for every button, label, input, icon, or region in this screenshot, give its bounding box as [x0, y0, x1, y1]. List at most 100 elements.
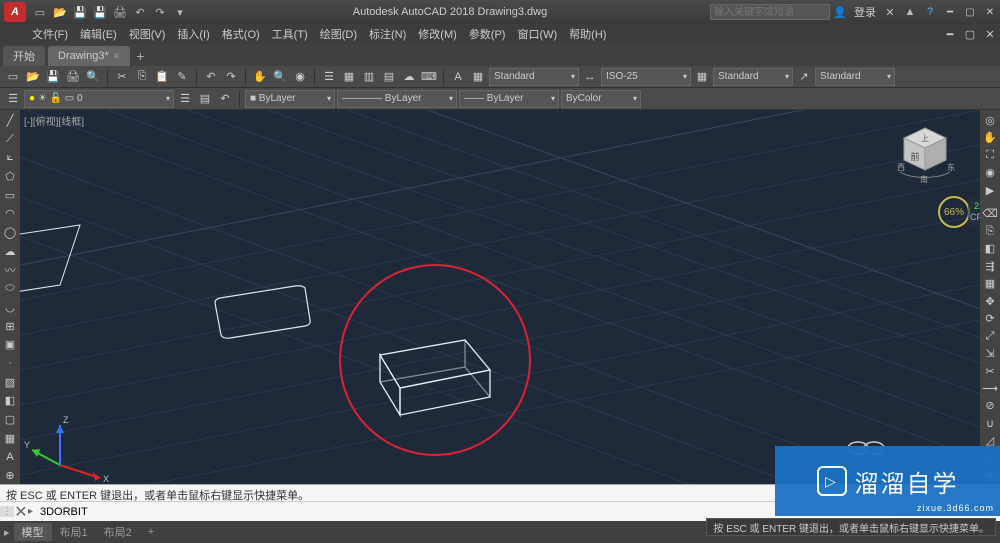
color-select[interactable]: ■ ByLayer — [245, 90, 335, 108]
gradient-icon[interactable]: ◧ — [1, 393, 19, 410]
tb-cut-icon[interactable]: ✂ — [113, 68, 131, 86]
tb-toolpal-icon[interactable]: ▥ — [360, 68, 378, 86]
textstyle-select[interactable]: Standard — [489, 68, 579, 86]
menu-dimension[interactable]: 标注(N) — [363, 26, 412, 42]
mleaderstyle-select[interactable]: Standard — [815, 68, 895, 86]
mtext-icon[interactable]: A — [1, 449, 19, 466]
ellipsearc-icon[interactable]: ◡ — [1, 299, 19, 316]
menu-window[interactable]: 窗口(W) — [511, 26, 563, 42]
tablestyle-select[interactable]: Standard — [713, 68, 793, 86]
menu-view[interactable]: 视图(V) — [123, 26, 172, 42]
tb-mleader-icon[interactable]: ↗ — [795, 68, 813, 86]
tb-markup-icon[interactable]: ☁ — [400, 68, 418, 86]
point-icon[interactable]: · — [1, 355, 19, 372]
polygon-icon[interactable]: ⬠ — [1, 168, 19, 185]
trim-icon[interactable]: ✂ — [981, 363, 999, 379]
save-icon[interactable]: 💾 — [72, 4, 88, 20]
saveas-icon[interactable]: 💾 — [92, 4, 108, 20]
steering-icon[interactable]: ◎ — [981, 112, 999, 128]
nav-dial[interactable]: 66% — [938, 196, 970, 228]
scale-icon[interactable]: ⤢ — [981, 328, 999, 344]
layer-prev-icon[interactable]: ↶ — [216, 90, 234, 108]
menu-format[interactable]: 格式(O) — [216, 26, 266, 42]
cmd-chevron-icon[interactable]: ▸ — [28, 506, 40, 517]
menu-param[interactable]: 参数(P) — [463, 26, 512, 42]
tb-new-icon[interactable]: ▭ — [4, 68, 22, 86]
insert-icon[interactable]: ⊞ — [1, 318, 19, 335]
redo-icon[interactable]: ↷ — [152, 4, 168, 20]
tb-text-icon[interactable]: Α — [449, 68, 467, 86]
lineweight-select[interactable]: —— ByLayer — [459, 90, 559, 108]
viewport-label[interactable]: [-][俯视][线框] — [24, 113, 84, 128]
table-icon[interactable]: ▦ — [1, 430, 19, 447]
tb-undo-icon[interactable]: ↶ — [202, 68, 220, 86]
exchange-icon[interactable]: ✕ — [882, 4, 898, 20]
orbit2-icon[interactable]: ◉ — [981, 164, 999, 180]
extend-icon[interactable]: ⟶ — [981, 380, 999, 396]
drawing-area[interactable]: ╱ ⟋ ⟀ ⬠ ▭ ◠ ◯ ☁ 〰 ⬭ ◡ ⊞ ▣ · ▨ ◧ ▢ ▦ A ⊕ … — [0, 110, 1000, 484]
showmotion-icon[interactable]: ▶ — [981, 182, 999, 198]
pan2-icon[interactable]: ✋ — [981, 129, 999, 145]
tab-drawing3[interactable]: Drawing3*✕ — [48, 46, 130, 66]
tb-paste-icon[interactable]: 📋 — [153, 68, 171, 86]
ellipse-icon[interactable]: ⬭ — [1, 280, 19, 297]
break-icon[interactable]: ⊘ — [981, 398, 999, 414]
tb-sheet-icon[interactable]: ▤ — [380, 68, 398, 86]
tb-preview-icon[interactable]: 🔍 — [84, 68, 102, 86]
tb-redo-icon[interactable]: ↷ — [222, 68, 240, 86]
tb-orbit-icon[interactable]: ◉ — [291, 68, 309, 86]
copy2-icon[interactable]: ⎘ — [981, 223, 999, 239]
menu-modify[interactable]: 修改(M) — [412, 26, 463, 42]
layer-states-icon[interactable]: ☰ — [176, 90, 194, 108]
signin-label[interactable]: 登录 — [850, 4, 880, 20]
layer-select[interactable]: ● ☀ 🔓 ▭ 0 — [24, 90, 174, 108]
maximize-btn[interactable]: ▢ — [960, 4, 980, 20]
help-search-input[interactable] — [710, 4, 830, 20]
dimstyle-select[interactable]: ISO-25 — [601, 68, 691, 86]
addsel-icon[interactable]: ⊕ — [1, 467, 19, 484]
cmd-handle[interactable]: ⋮ — [0, 506, 14, 517]
viewcube[interactable]: 上 前 西 南 东 — [890, 120, 960, 190]
menu-tools[interactable]: 工具(T) — [266, 26, 314, 42]
layer-mgr-icon[interactable]: ☰ — [4, 90, 22, 108]
stretch-icon[interactable]: ⇲ — [981, 345, 999, 361]
arc-icon[interactable]: ◠ — [1, 206, 19, 223]
rotate-icon[interactable]: ⟳ — [981, 310, 999, 326]
a360-icon[interactable]: ▲ — [902, 4, 918, 20]
canvas[interactable]: X Y Z — [20, 110, 980, 484]
tb-plot-icon[interactable]: 🖨 — [64, 68, 82, 86]
menu-file[interactable]: 文件(F) — [26, 26, 74, 42]
array-icon[interactable]: ▦ — [981, 276, 999, 292]
layer-iso-icon[interactable]: ▤ — [196, 90, 214, 108]
new-tab-btn[interactable]: + — [130, 48, 150, 66]
open-icon[interactable]: 📂 — [52, 4, 68, 20]
region-icon[interactable]: ▢ — [1, 411, 19, 428]
app-logo[interactable]: A — [4, 2, 26, 22]
xline-icon[interactable]: ⟋ — [1, 131, 19, 148]
spline-icon[interactable]: 〰 — [1, 262, 19, 279]
tb-dim-icon[interactable]: ↔ — [581, 68, 599, 86]
close-tab-icon[interactable]: ✕ — [113, 51, 121, 62]
doc-max-btn[interactable]: ▢ — [960, 26, 980, 42]
menu-insert[interactable]: 插入(I) — [171, 26, 215, 42]
plot-icon[interactable]: 🖨 — [112, 4, 128, 20]
join-icon[interactable]: ∪ — [981, 415, 999, 431]
menu-draw[interactable]: 绘图(D) — [314, 26, 363, 42]
erase-icon[interactable]: ⌫ — [981, 206, 999, 222]
plotstyle-select[interactable]: ByColor — [561, 90, 641, 108]
tb-open-icon[interactable]: 📂 — [24, 68, 42, 86]
new-icon[interactable]: ▭ — [32, 4, 48, 20]
circle-icon[interactable]: ◯ — [1, 224, 19, 241]
tb-props-icon[interactable]: ☰ — [320, 68, 338, 86]
offset-icon[interactable]: ⇶ — [981, 258, 999, 274]
tb-table-icon[interactable]: ▦ — [469, 68, 487, 86]
undo-icon[interactable]: ↶ — [132, 4, 148, 20]
mirror-icon[interactable]: ◧ — [981, 241, 999, 257]
cmd-close-icon[interactable]: ✕ — [14, 502, 28, 522]
pline-icon[interactable]: ⟀ — [1, 149, 19, 166]
revcloud-icon[interactable]: ☁ — [1, 243, 19, 260]
line-icon[interactable]: ╱ — [1, 112, 19, 129]
move-icon[interactable]: ✥ — [981, 293, 999, 309]
tb-zoom-icon[interactable]: 🔍 — [271, 68, 289, 86]
tab-start[interactable]: 开始 — [3, 46, 45, 66]
